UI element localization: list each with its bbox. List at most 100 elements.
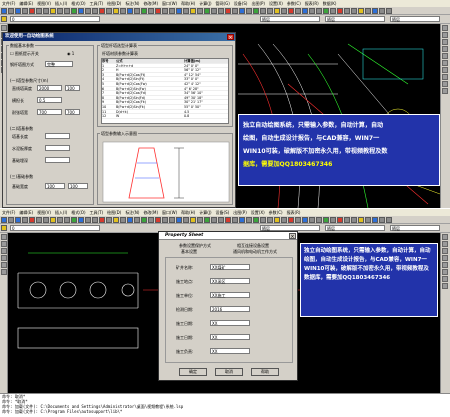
area-icon[interactable] xyxy=(281,217,287,223)
menu-item[interactable]: 窗口(W) xyxy=(162,1,177,6)
menu-item[interactable]: 窗口(W) xyxy=(162,210,177,215)
scale-icon[interactable] xyxy=(442,74,448,80)
tool-palette-icon[interactable] xyxy=(113,217,119,223)
offset-icon[interactable] xyxy=(442,255,448,261)
match-prop-icon[interactable] xyxy=(50,8,56,14)
mirror-icon[interactable] xyxy=(442,39,448,45)
prop-field-input[interactable]: XX施工 xyxy=(210,292,250,298)
checkbox-row[interactable]: ☐ 图纸提示开关 xyxy=(10,51,39,57)
menu-item[interactable]: 管网(G) xyxy=(216,1,230,6)
design-center-icon[interactable] xyxy=(106,217,112,223)
color-dropdown[interactable]: 随层 xyxy=(390,225,440,231)
rotate-icon[interactable] xyxy=(442,276,448,282)
prop-field-input[interactable]: 2016 xyxy=(210,306,250,312)
tab-fan-mode[interactable]: 通风机和电动机工作方式 xyxy=(233,249,277,255)
polar-icon[interactable] xyxy=(330,8,336,14)
layout-icon[interactable] xyxy=(225,217,231,223)
new-file-icon[interactable] xyxy=(1,8,7,14)
orbit-icon[interactable] xyxy=(246,8,252,14)
erase-icon[interactable] xyxy=(442,234,448,240)
measure-icon[interactable] xyxy=(274,217,280,223)
material-icon[interactable] xyxy=(267,217,273,223)
ortho-icon[interactable] xyxy=(323,217,329,223)
menu-item[interactable]: 格式(O) xyxy=(71,210,85,215)
draw-icon[interactable] xyxy=(141,217,147,223)
lineweight-dropdown[interactable]: 随层 xyxy=(325,16,385,22)
mirror-icon[interactable] xyxy=(442,248,448,254)
menu-item[interactable]: 参数(C) xyxy=(287,1,301,6)
line-tool-icon[interactable] xyxy=(1,25,7,31)
menu-item[interactable]: 帮助(H) xyxy=(181,210,195,215)
menu-item[interactable]: 出图(P) xyxy=(233,210,247,215)
layer-state-icon[interactable] xyxy=(1,225,7,231)
menu-item[interactable]: 标注(N) xyxy=(125,210,139,215)
osnap-icon[interactable] xyxy=(337,8,343,14)
prop-field-input[interactable]: XX xyxy=(210,334,250,340)
menu-item[interactable]: 报表(R) xyxy=(305,1,319,6)
print-icon[interactable] xyxy=(22,217,28,223)
distance-icon[interactable] xyxy=(302,8,308,14)
param-input[interactable]: 700 xyxy=(37,109,62,115)
id-icon[interactable] xyxy=(295,217,301,223)
zoom-icon[interactable] xyxy=(78,8,84,14)
grid-icon[interactable] xyxy=(316,217,322,223)
plot-icon[interactable] xyxy=(218,8,224,14)
world-icon[interactable] xyxy=(379,217,385,223)
properties-icon[interactable] xyxy=(99,217,105,223)
calc-icon[interactable] xyxy=(134,8,140,14)
zoom-prev-icon[interactable] xyxy=(92,217,98,223)
export-icon[interactable] xyxy=(204,217,210,223)
paste-icon[interactable] xyxy=(43,8,49,14)
import-icon[interactable] xyxy=(211,8,217,14)
line-tool-icon[interactable] xyxy=(1,234,7,240)
menu-item[interactable]: 工具(T) xyxy=(90,1,104,6)
copy-obj-icon[interactable] xyxy=(442,32,448,38)
lineweight-dropdown[interactable]: 随层 xyxy=(325,225,385,231)
import-icon[interactable] xyxy=(211,217,217,223)
dim-icon[interactable] xyxy=(155,8,161,14)
trim-icon[interactable] xyxy=(442,81,448,87)
param-input[interactable]: 100 xyxy=(68,183,88,189)
prop-field-input[interactable]: XX xyxy=(210,348,250,354)
param-input[interactable]: 700 xyxy=(65,109,80,115)
circle-tool-icon[interactable] xyxy=(1,248,7,254)
open-file-icon[interactable] xyxy=(8,217,14,223)
view-icon[interactable] xyxy=(239,217,245,223)
data-icon[interactable] xyxy=(197,8,203,14)
prop-field-input[interactable]: XX采区 xyxy=(210,278,250,284)
report-icon[interactable] xyxy=(183,8,189,14)
rotate-icon[interactable] xyxy=(442,67,448,73)
radio-option[interactable]: ◉ 1 xyxy=(67,51,74,56)
param-input[interactable]: 0.5 xyxy=(37,97,62,103)
print-icon[interactable] xyxy=(22,8,28,14)
render-icon[interactable] xyxy=(253,8,259,14)
copy-icon[interactable] xyxy=(36,217,42,223)
move-icon[interactable] xyxy=(442,269,448,275)
param-input[interactable] xyxy=(45,157,70,163)
lwt-icon[interactable] xyxy=(351,217,357,223)
tool-palette-icon[interactable] xyxy=(113,8,119,14)
layer-icon[interactable] xyxy=(127,8,133,14)
zoom-icon[interactable] xyxy=(78,217,84,223)
menu-item[interactable]: 插入(I) xyxy=(55,1,67,6)
open-file-icon[interactable] xyxy=(8,8,14,14)
menu-item[interactable]: 数据(K) xyxy=(323,1,337,6)
model-icon[interactable] xyxy=(358,8,364,14)
menu-item[interactable]: 设置(X) xyxy=(269,1,283,6)
erase-icon[interactable] xyxy=(442,25,448,31)
menu-item[interactable]: 文件(F) xyxy=(2,210,15,215)
copy-obj-icon[interactable] xyxy=(442,241,448,247)
polar-icon[interactable] xyxy=(330,217,336,223)
menu-item[interactable]: 格式(O) xyxy=(71,1,85,6)
menu-item[interactable]: 修改(M) xyxy=(143,210,158,215)
menu-item[interactable]: 计算(J) xyxy=(199,1,211,6)
pan-icon[interactable] xyxy=(71,8,77,14)
save-icon[interactable] xyxy=(15,8,21,14)
ok-button[interactable]: 确定 xyxy=(179,368,207,376)
match-prop-icon[interactable] xyxy=(50,217,56,223)
menu-item[interactable]: 编辑(E) xyxy=(19,1,33,6)
orbit-icon[interactable] xyxy=(246,217,252,223)
tower-mode-select[interactable]: 完整 xyxy=(45,61,73,67)
hatch-icon[interactable] xyxy=(162,8,168,14)
render-icon[interactable] xyxy=(253,217,259,223)
